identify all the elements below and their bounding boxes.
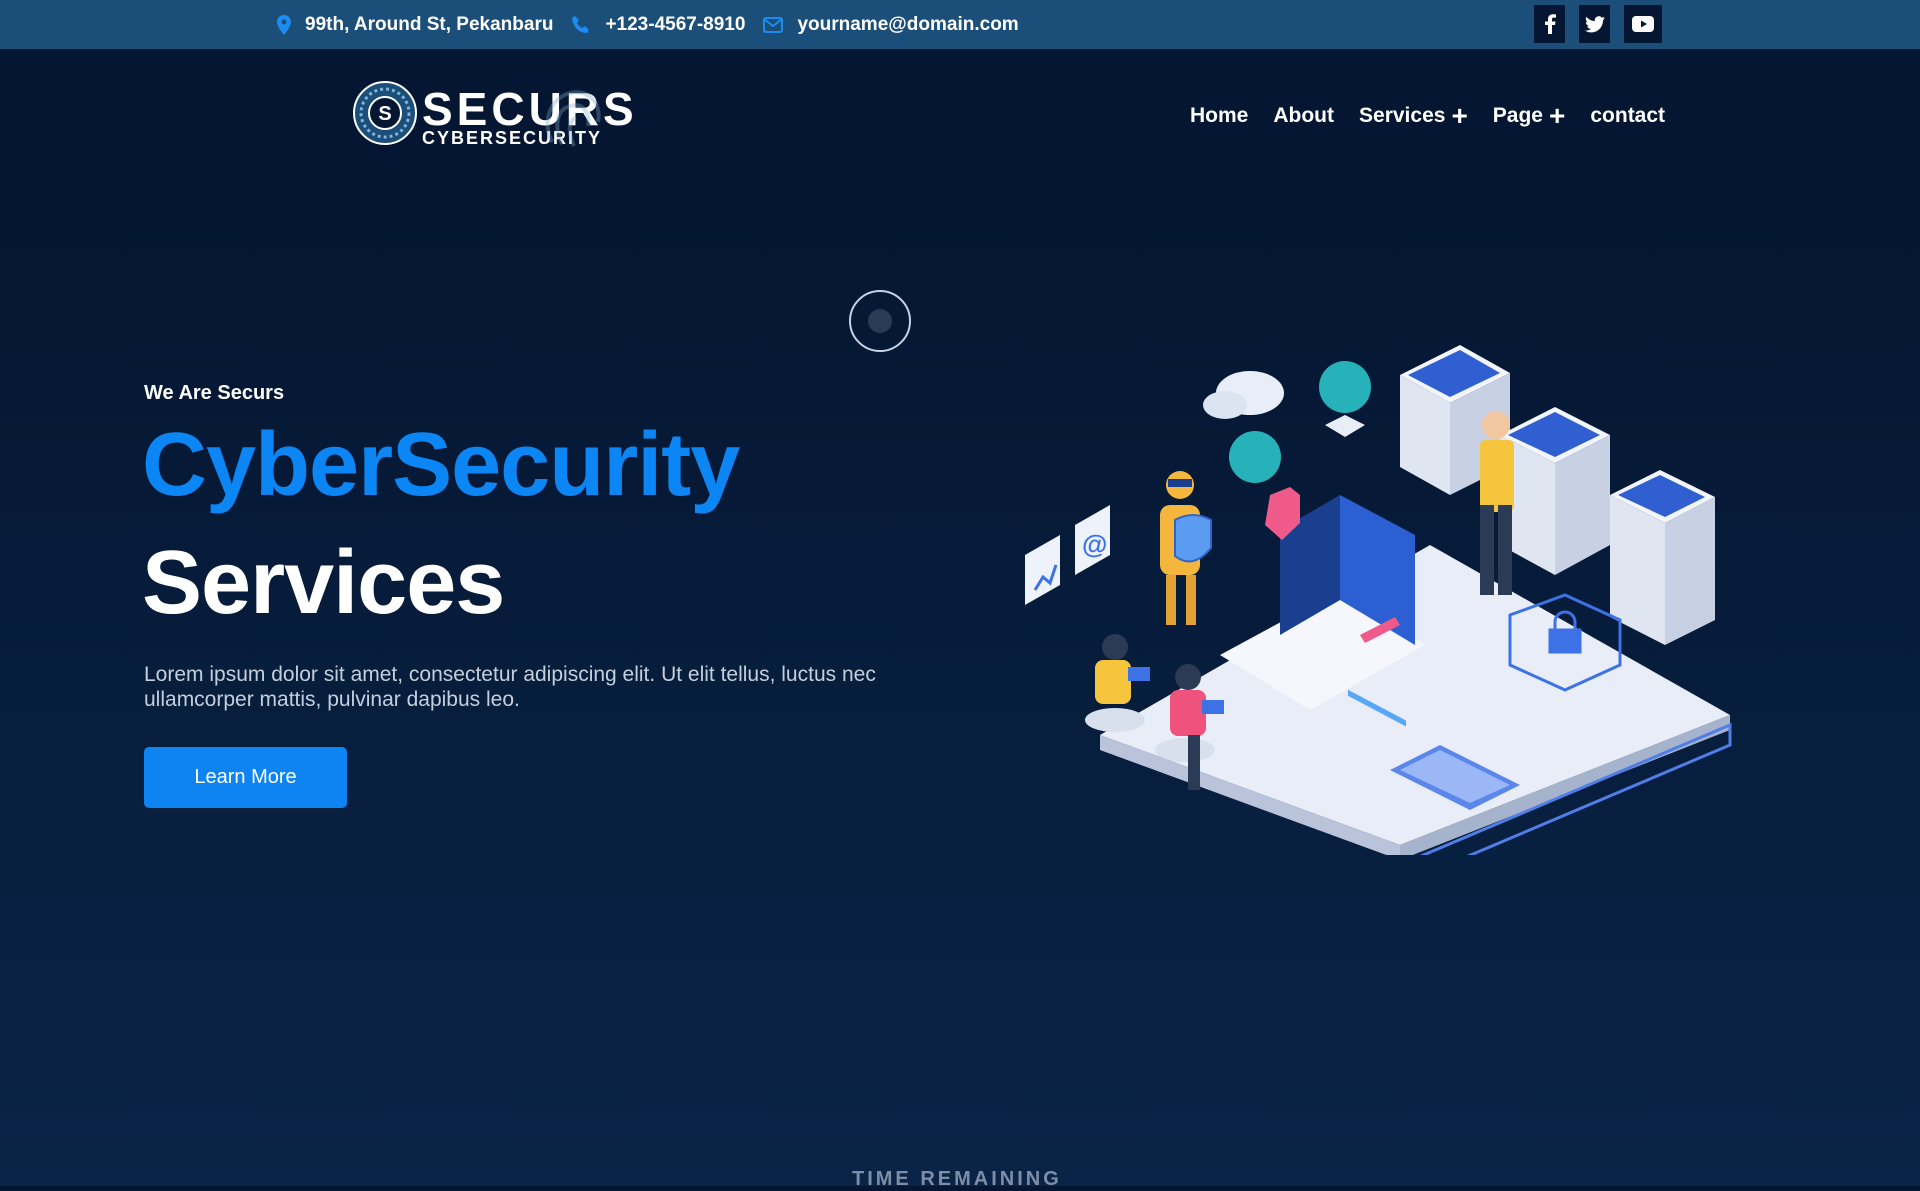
social-links bbox=[1534, 5, 1676, 43]
time-remaining-label: TIME REMAINING bbox=[852, 1168, 1062, 1190]
hero-eyebrow: We Are Securs bbox=[144, 382, 285, 404]
email-item[interactable]: yourname@domain.com bbox=[763, 13, 1019, 36]
map-pin-icon bbox=[277, 14, 291, 35]
phone-text: +123-4567-8910 bbox=[605, 13, 746, 35]
logo-brand-text: SECURS bbox=[422, 83, 638, 135]
hero-title-line1: CyberSecurity bbox=[142, 415, 740, 515]
fingerprint-icon bbox=[545, 90, 601, 147]
decorative-ring bbox=[849, 290, 911, 352]
address-text: 99th, Around St, Pekanbaru bbox=[305, 13, 554, 35]
envelope-icon bbox=[763, 16, 784, 33]
main-navigation: Home About Services + Page + contact bbox=[1190, 97, 1690, 135]
nav-services-label: Services bbox=[1359, 104, 1446, 127]
nav-home-label: Home bbox=[1190, 104, 1249, 127]
phone-item[interactable]: +123-4567-8910 bbox=[571, 14, 745, 36]
top-contact-bar: 99th, Around St, Pekanbaru +123-4567-891… bbox=[0, 0, 1920, 49]
address-item: 99th, Around St, Pekanbaru bbox=[277, 14, 553, 36]
svg-text:S: S bbox=[378, 103, 391, 125]
hero-description: Lorem ipsum dolor sit amet, consectetur … bbox=[144, 663, 876, 711]
nav-item-home[interactable]: Home bbox=[1190, 104, 1248, 128]
nav-page-label: Page bbox=[1492, 104, 1543, 127]
plus-icon: + bbox=[1451, 100, 1468, 131]
site-logo[interactable]: S SECURS CYBERSECURITY bbox=[352, 80, 634, 158]
shield-emblem-icon: S bbox=[353, 81, 417, 145]
plus-icon: + bbox=[1549, 100, 1566, 131]
facebook-button[interactable] bbox=[1534, 5, 1565, 43]
hero-title-line2: Services bbox=[142, 533, 505, 633]
ring-dot bbox=[868, 309, 892, 333]
youtube-button[interactable] bbox=[1624, 5, 1662, 43]
robot-figure bbox=[1160, 471, 1212, 625]
nav-about-label: About bbox=[1273, 104, 1335, 127]
facebook-icon bbox=[1544, 14, 1556, 34]
nav-item-contact[interactable]: contact bbox=[1590, 104, 1665, 128]
cybersecurity-illustration: @ bbox=[1025, 345, 1732, 855]
nav-contact-label: contact bbox=[1590, 104, 1666, 127]
twitter-button[interactable] bbox=[1579, 5, 1610, 43]
youtube-icon bbox=[1632, 16, 1654, 32]
svg-text:@: @ bbox=[1082, 529, 1107, 559]
nav-item-services[interactable]: Services + bbox=[1359, 100, 1468, 131]
twitter-icon bbox=[1584, 15, 1605, 32]
nav-item-about[interactable]: About bbox=[1273, 104, 1334, 128]
person-figure bbox=[1085, 634, 1150, 732]
phone-icon bbox=[571, 15, 591, 35]
nav-item-page[interactable]: Page + bbox=[1492, 100, 1566, 131]
learn-more-button[interactable]: Learn More bbox=[144, 747, 347, 808]
email-text: yourname@domain.com bbox=[797, 13, 1019, 35]
contact-info: 99th, Around St, Pekanbaru +123-4567-891… bbox=[277, 0, 1037, 49]
